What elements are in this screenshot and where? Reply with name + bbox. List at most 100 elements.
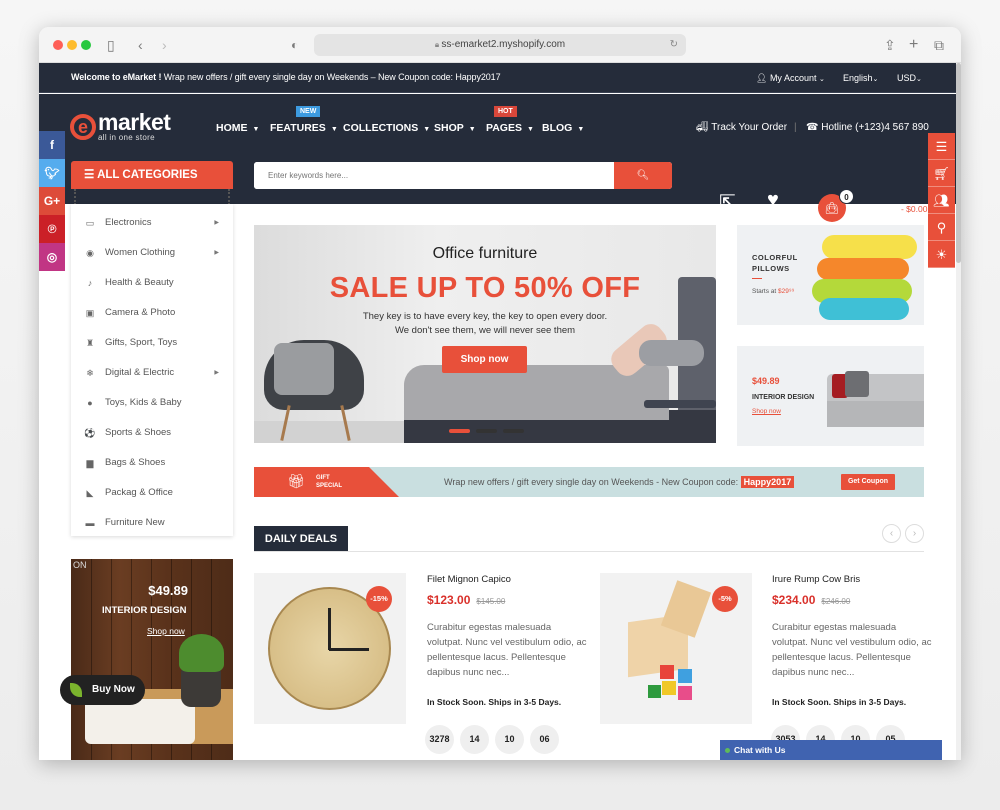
- users-icon: 👥︎: [933, 193, 950, 208]
- gift-special-label: 🎁︎ GIFT SPECIAL: [254, 467, 399, 497]
- reload-icon[interactable]: ↻: [670, 34, 678, 56]
- chevron-left-icon: ‹: [889, 528, 894, 539]
- dress-icon: ◉: [86, 248, 94, 258]
- buy-now-button[interactable]: Buy Now: [60, 675, 145, 705]
- instagram-button[interactable]: ◎: [39, 243, 65, 271]
- sidebar-icon[interactable]: ▯: [107, 36, 115, 54]
- chain-decoration: [74, 189, 77, 205]
- address-bar[interactable]: 🔒︎ ss-emarket2.myshopify.com ↻: [314, 34, 686, 56]
- hero-slider: Office furniture SALE UP TO 50% OFF They…: [254, 225, 716, 443]
- product-stock-status: In Stock Soon. Ships in 3-5 Days.: [772, 697, 907, 707]
- pillow-yellow: [822, 235, 917, 259]
- search-input[interactable]: [254, 162, 614, 189]
- currency-select[interactable]: USD⌄: [897, 73, 922, 83]
- nav-blog[interactable]: BLOG ▼: [542, 122, 584, 134]
- pillows-price: $29⁹⁹: [778, 288, 795, 295]
- interior-banner[interactable]: $49.89 INTERIOR DESIGN Shop now: [737, 346, 924, 446]
- hero-subtext-1: They key is to have every key, the key t…: [362, 311, 608, 322]
- minimize-window-button[interactable]: [67, 40, 77, 50]
- track-order-link[interactable]: 🚚︎ Track Your Order: [696, 122, 787, 133]
- slider-dot-2[interactable]: [476, 429, 497, 433]
- twitter-button[interactable]: 🐦︎: [39, 159, 65, 187]
- category-item[interactable]: ▆ Bags & Shoes: [71, 448, 233, 478]
- deals-prev-button[interactable]: ‹: [882, 524, 901, 543]
- tabs-icon[interactable]: ⧉: [934, 36, 944, 54]
- category-item[interactable]: ◉ Women Clothing ▶: [71, 238, 233, 268]
- back-icon[interactable]: ‹: [138, 36, 143, 54]
- settings-tool-button[interactable]: ☰: [928, 133, 955, 160]
- soccer-icon: ⚽: [84, 428, 96, 438]
- account-tool-button[interactable]: 👥︎: [928, 187, 955, 214]
- category-item[interactable]: ♜ Gifts, Sport, Toys: [71, 328, 233, 358]
- language-select[interactable]: English⌄: [843, 73, 878, 83]
- welcome-message: Welcome to eMarket ! Wrap new offers / g…: [71, 72, 501, 82]
- slider-dot-3[interactable]: [503, 429, 524, 433]
- category-label: Packag & Office: [105, 487, 173, 498]
- gift-special-text: GIFT SPECIAL: [316, 474, 342, 490]
- ball-icon: ●: [87, 398, 93, 408]
- scrollbar-thumb[interactable]: [956, 63, 961, 263]
- hairdryer-icon: ♪: [87, 278, 93, 288]
- currency-label: USD: [897, 73, 917, 83]
- get-coupon-button[interactable]: Get Coupon: [841, 474, 895, 490]
- new-tab-icon[interactable]: +: [909, 36, 918, 54]
- pinterest-button[interactable]: ℗: [39, 215, 65, 243]
- heart-icon[interactable]: ♥: [767, 189, 779, 212]
- starts-at-label: Starts at: [752, 288, 779, 295]
- nav-collections[interactable]: COLLECTIONS ▼: [343, 122, 430, 134]
- search-tool-button[interactable]: ⚲: [928, 214, 955, 241]
- search-button[interactable]: 🔍︎: [614, 162, 672, 189]
- google-plus-button[interactable]: G+: [39, 187, 65, 215]
- theme-tool-button[interactable]: ☀: [928, 241, 955, 268]
- category-label: Sports & Shoes: [105, 427, 172, 438]
- category-item[interactable]: ❄ Digital & Electric ▶: [71, 358, 233, 388]
- category-item[interactable]: ● Toys, Kids & Baby: [71, 388, 233, 418]
- promo-shop-now-link[interactable]: Shop now: [147, 626, 185, 636]
- cart-count-badge: 0: [839, 189, 854, 204]
- facebook-button[interactable]: f: [39, 131, 65, 159]
- product-old-price: $246.00: [821, 597, 851, 606]
- category-item[interactable]: ▣ Camera & Photo: [71, 298, 233, 328]
- chevron-down-icon: ⌄: [916, 76, 922, 83]
- all-categories-button[interactable]: ☰ ALL CATEGORIES: [71, 161, 233, 189]
- external-link-icon[interactable]: ⇱: [719, 190, 736, 215]
- category-item[interactable]: ▬ Furniture New: [71, 508, 233, 538]
- category-item[interactable]: ♪ Health & Beauty: [71, 268, 233, 298]
- category-label: Digital & Electric: [105, 367, 175, 378]
- category-item[interactable]: ◣ Packag & Office: [71, 478, 233, 508]
- product-name[interactable]: Filet Mignon Capico: [427, 574, 511, 585]
- slider-dot-1[interactable]: [449, 429, 470, 433]
- daily-deals-tab[interactable]: DAILY DEALS: [254, 526, 348, 552]
- share-icon[interactable]: ⇪: [884, 36, 896, 54]
- promo-plant-pot: [181, 669, 221, 707]
- my-account-menu[interactable]: 👤︎ My Account ⌄: [756, 73, 825, 84]
- hot-badge: HOT: [494, 106, 517, 117]
- hero-pillow: [639, 340, 704, 366]
- nav-features[interactable]: NEW FEATURES ▼: [270, 106, 338, 134]
- deals-next-button[interactable]: ›: [905, 524, 924, 543]
- caret-down-icon: ▼: [577, 126, 585, 133]
- hero-shop-now-button[interactable]: Shop now: [442, 346, 527, 373]
- nav-pages[interactable]: HOT PAGES ▼: [486, 106, 534, 134]
- nav-shop[interactable]: SHOP ▼: [434, 122, 476, 134]
- cart-tool-button[interactable]: 🛒︎: [928, 160, 955, 187]
- interior-shop-now-link[interactable]: Shop now: [752, 408, 781, 415]
- nav-home[interactable]: HOME ▼: [216, 122, 259, 134]
- interior-promo-banner[interactable]: ON $49.89 INTERIOR DESIGN Shop now: [71, 559, 233, 760]
- hotline: ☎ Hotline (+123)4 567 890: [806, 122, 929, 133]
- page-scrollbar[interactable]: [956, 63, 961, 760]
- my-cart-link[interactable]: MY CART - $0.00: [860, 204, 927, 214]
- category-item[interactable]: ▭ Electronics ▶: [71, 208, 233, 238]
- account-label: My Account: [769, 73, 817, 83]
- product-name[interactable]: Irure Rump Cow Bris: [772, 574, 860, 585]
- chat-with-us-button[interactable]: Chat with Us: [720, 740, 942, 760]
- pillows-banner[interactable]: COLORFUL PILLOWS Starts at $29⁹⁹: [737, 225, 924, 325]
- forward-icon[interactable]: ›: [162, 36, 167, 54]
- close-window-button[interactable]: [53, 40, 63, 50]
- category-item[interactable]: ⚽ Sports & Shoes: [71, 418, 233, 448]
- shield-icon[interactable]: ◐: [291, 36, 298, 54]
- sofa-pillow-plaid: [845, 371, 869, 397]
- daily-deals-divider: [254, 551, 924, 552]
- maximize-window-button[interactable]: [81, 40, 91, 50]
- chat-label: Chat with Us: [734, 745, 786, 755]
